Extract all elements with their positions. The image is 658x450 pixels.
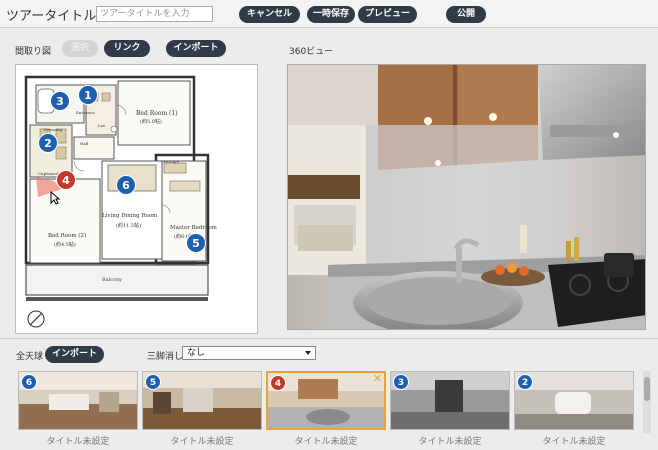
tripod-removal-select[interactable]: なし <box>182 346 316 360</box>
section-divider <box>0 338 658 339</box>
preview-button[interactable]: プレビュー <box>358 6 417 23</box>
panorama-import-button[interactable]: インポート <box>45 346 104 363</box>
panorama-badge: 4 <box>270 375 286 391</box>
room-label-storage: Storage <box>163 159 179 164</box>
room-label-cupboard: Cupboard <box>38 171 59 176</box>
panorama-badge: 5 <box>145 374 161 390</box>
mouse-cursor-icon <box>50 191 60 205</box>
room-size-bedroom2: (約4.5帖) <box>54 242 76 248</box>
floorplan-marker-6[interactable]: 6 <box>116 175 136 195</box>
panorama-view-image <box>288 65 645 329</box>
room-size-living: (約11.5帖) <box>116 223 142 229</box>
floorplan-marker-3[interactable]: 3 <box>50 91 70 111</box>
select-mode-button[interactable]: 選択 <box>62 40 98 57</box>
panorama-title: タイトル未設定 <box>46 437 110 447</box>
room-label-living: Living Dining Room <box>102 213 158 219</box>
floorplan-marker-2[interactable]: 2 <box>38 133 58 153</box>
floorplan-import-button[interactable]: インポート <box>166 40 226 57</box>
panorama-viewer[interactable] <box>287 64 646 330</box>
floorplan-marker-4[interactable]: 4 <box>56 170 76 190</box>
panorama-thumbnail-2[interactable]: 2 <box>514 371 634 430</box>
panorama-badge: 3 <box>393 374 409 390</box>
room-label-bedroom1: Bed Room (1) <box>136 110 178 117</box>
panorama-thumbnail-4[interactable]: 4 ✕ <box>266 371 386 430</box>
tripod-removal-label: 三脚消し <box>147 352 184 362</box>
chevron-down-icon <box>305 351 311 355</box>
floorplan-section-label: 間取り図 <box>15 47 52 57</box>
panorama-section-label: 全天球 <box>16 352 44 362</box>
link-mode-button[interactable]: リンク <box>104 40 150 57</box>
panorama-badge: 6 <box>21 374 37 390</box>
panorama-thumbnail-6[interactable]: 6 <box>18 371 138 430</box>
tripod-removal-value: なし <box>187 348 206 358</box>
panorama-badge: 2 <box>517 374 533 390</box>
cancel-button[interactable]: キャンセル <box>239 6 300 23</box>
floorplan-marker-1[interactable]: 1 <box>78 85 98 105</box>
top-bar: ツアータイトル： キャンセル 一時保存 プレビュー 公開 <box>0 0 658 28</box>
room-label-entrance: Entrance <box>76 110 95 115</box>
room-label-lav: Lav. <box>98 123 107 128</box>
floorplan-marker-5[interactable]: 5 <box>186 233 206 253</box>
room-label-master: Master Bedroom <box>170 225 217 231</box>
thumbnail-scrollbar[interactable] <box>643 371 651 433</box>
room-label-balcony: Balcony <box>102 277 123 283</box>
viewer-section-label: 360ビュー <box>289 47 334 57</box>
panorama-title: タイトル未設定 <box>294 437 358 447</box>
floorplan-panel: 間取り図 選択 リンク インポート Entrance Bed Room (1) … <box>0 28 275 338</box>
scrollbar-handle[interactable] <box>644 377 650 401</box>
panorama-title: タイトル未設定 <box>418 437 482 447</box>
close-icon[interactable]: ✕ <box>373 373 382 384</box>
room-label-bedroom2: Bed Room (2) <box>48 233 87 239</box>
room-size-bedroom1: (約5.0帖) <box>140 119 162 125</box>
floorplan-image[interactable]: Entrance Bed Room (1) (約5.0帖) Dressing H… <box>15 64 258 334</box>
panorama-thumbnail-5[interactable]: 5 <box>142 371 262 430</box>
panorama-thumbnail-3[interactable]: 3 <box>390 371 510 430</box>
tour-title-input[interactable] <box>96 6 213 22</box>
tour-title-label: ツアータイトル： <box>6 9 110 24</box>
panorama-title: タイトル未設定 <box>170 437 234 447</box>
room-label-dressing: Dressing <box>44 127 63 132</box>
save-draft-button[interactable]: 一時保存 <box>307 6 355 23</box>
room-label-hall: Hall <box>80 141 89 146</box>
publish-button[interactable]: 公開 <box>446 6 486 23</box>
panorama-title: タイトル未設定 <box>542 437 606 447</box>
